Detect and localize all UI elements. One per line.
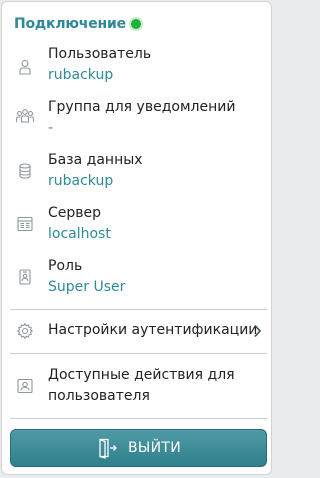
connection-panel: Подключение Пользователь rubackup Группа… xyxy=(1,1,272,475)
notification-group-label: Группа для уведомлений xyxy=(48,99,236,115)
logout-label: ВЫЙТИ xyxy=(128,440,181,456)
user-actions-label-line1: Доступные действия для xyxy=(48,367,235,383)
connection-header: Подключение xyxy=(14,14,141,34)
logout-door-icon xyxy=(99,438,117,459)
user-value: rubackup xyxy=(48,67,114,83)
server-icon xyxy=(17,216,33,232)
logout-button[interactable]: ВЫЙТИ xyxy=(10,429,267,467)
role-badge-icon xyxy=(19,269,31,285)
user-label: Пользователь xyxy=(48,46,152,62)
notification-group-value: - xyxy=(48,120,54,136)
role-label: Роль xyxy=(48,258,83,274)
divider xyxy=(10,353,267,354)
server-info: Сервер localhost xyxy=(2,205,271,247)
auth-settings-label: Настройки аутентификации xyxy=(48,322,258,338)
role-info: Роль Super User xyxy=(2,258,271,300)
connection-title: Подключение xyxy=(14,16,126,32)
divider xyxy=(10,418,267,419)
notification-group-info: Группа для уведомлений - xyxy=(2,99,271,141)
server-value: localhost xyxy=(48,226,111,242)
user-card-icon xyxy=(17,378,33,394)
connection-status-dot xyxy=(130,19,141,29)
database-label: База данных xyxy=(48,152,143,168)
user-icon xyxy=(19,59,31,75)
chevron-right-icon xyxy=(254,324,262,338)
database-icon xyxy=(19,163,31,179)
role-value: Super User xyxy=(48,279,126,295)
database-value: rubackup xyxy=(48,173,114,189)
gear-icon xyxy=(16,322,34,340)
users-group-icon xyxy=(15,109,35,123)
user-actions-button[interactable]: Доступные действия для пользователя xyxy=(2,365,271,409)
user-info: Пользователь rubackup xyxy=(2,46,271,88)
server-label: Сервер xyxy=(48,205,102,221)
database-info: База данных rubackup xyxy=(2,152,271,194)
divider xyxy=(10,309,267,310)
user-actions-label-line2: пользователя xyxy=(48,388,150,404)
auth-settings-button[interactable]: Настройки аутентификации xyxy=(2,322,271,342)
